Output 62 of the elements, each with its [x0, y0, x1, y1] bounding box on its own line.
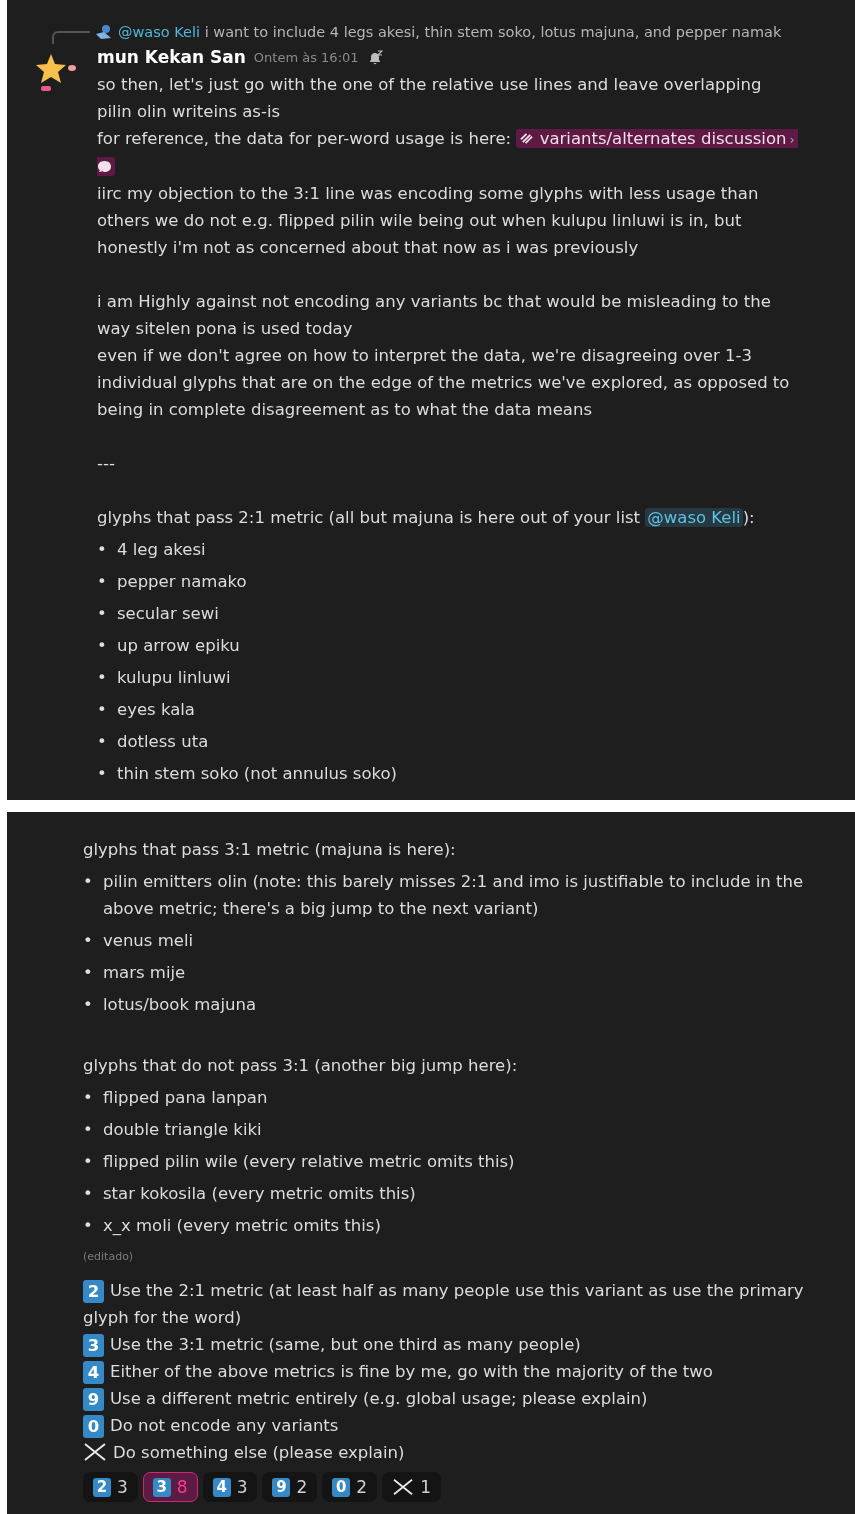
list-item: eyes kala — [117, 699, 195, 721]
reaction-button[interactable]: 3 8 — [142, 1472, 198, 1502]
reaction-button[interactable]: 9 2 — [262, 1472, 318, 1502]
list-item: star kokosila (every metric omits this) — [103, 1183, 416, 1205]
list-bullet: • — [83, 994, 94, 1016]
list-bullet: • — [83, 1087, 94, 1109]
list-item: lotus/book majuna — [103, 994, 257, 1016]
cross-icon — [392, 1478, 415, 1496]
list-item: thin stem soko (not annulus soko) — [117, 763, 397, 785]
list-item: mars mije — [103, 962, 186, 984]
list-bullet: • — [83, 930, 94, 952]
list-item: x_x moli (every metric omits this) — [103, 1215, 381, 1237]
list-bullet: • — [83, 871, 94, 893]
list-item: up arrow epiku — [117, 635, 240, 657]
thread-icon — [519, 132, 535, 145]
edited-label: (editado) — [83, 1249, 135, 1265]
author-name[interactable]: mun Kekan San — [97, 44, 246, 71]
avatar-icon — [95, 24, 113, 40]
list-item: venus meli — [103, 930, 194, 952]
message-text: iirc my objection to the 3:1 line was encoding some glyphs with less usage than others we do not e.g. flipped pilin wile being out when kulupu linluwi is in, but honestly i'm not as concerned about that now as i was previously — [97, 183, 760, 259]
poll-option: 9 Use a different metric entirely (e.g. global usage; please explain) — [83, 1385, 825, 1412]
poll-option: 4 Either of the above metrics is fine by me, go with the majority of the two — [83, 1358, 825, 1385]
list-bullet: • — [97, 667, 108, 689]
list-item: secular sewi — [117, 603, 219, 625]
list-item: flipped pana lanpan — [103, 1087, 268, 1109]
list-bullet: • — [83, 1119, 94, 1141]
list-item: kulupu linluwi — [117, 667, 231, 689]
list-bullet: • — [83, 1183, 94, 1205]
message-text: glyphs that pass 2:1 metric (all but majuna is here out of your list @waso Keli): — [97, 507, 756, 529]
list-bullet: • — [97, 635, 108, 657]
list-bullet: • — [97, 571, 108, 593]
poll-option: 3 Use the 3:1 metric (same, but one third as many people) — [83, 1331, 825, 1358]
speech-bubble-icon — [97, 160, 112, 173]
message-text: glyphs that pass 3:1 metric (majuna is here): — [83, 839, 457, 861]
list-item: pepper namako — [117, 571, 247, 593]
message-text: glyphs that do not pass 3:1 (another big jump here): — [83, 1055, 519, 1077]
poll-option: Do something else (please explain) — [83, 1439, 825, 1466]
list-bullet: • — [97, 731, 108, 753]
list-bullet: • — [97, 699, 108, 721]
list-item: flipped pilin wile (every relative metric omits this) — [103, 1151, 515, 1173]
list-item: dotless uta — [117, 731, 209, 753]
list-bullet: • — [97, 603, 108, 625]
reaction-button[interactable]: 0 2 — [322, 1472, 378, 1502]
poll-option: 0 Do not encode any variants — [83, 1412, 825, 1439]
reaction-button[interactable]: 1 — [382, 1472, 441, 1502]
list-item: double triangle kiki — [103, 1119, 262, 1141]
reaction-button[interactable]: 2 3 — [83, 1472, 138, 1502]
list-item: 4 leg akesi — [117, 539, 206, 561]
cross-icon — [83, 1442, 107, 1462]
list-bullet: • — [83, 1215, 94, 1237]
list-item: pilin emitters olin (note: this barely misses 2:1 and imo is justifiable to include in the above metric; there's a big jump to the next variant) — [103, 871, 805, 920]
list-bullet: • — [97, 539, 108, 561]
list-bullet: • — [83, 1151, 94, 1173]
poll-option: 2 Use the 2:1 metric (at least half as many people use this variant as use the primary glyph for the word) — [83, 1277, 825, 1331]
reply-connector — [52, 31, 90, 44]
message-text: --- — [97, 453, 116, 475]
list-bullet: • — [97, 763, 108, 785]
reply-preview[interactable]: @waso Keli i want to include 4 legs akesi, thin stem soko, lotus majuna, and pepper namak — [118, 20, 782, 44]
list-bullet: • — [83, 962, 94, 984]
timestamp: Ontem às 16:01 — [253, 49, 359, 67]
message-text: even if we don't agree on how to interpret the data, we're disagreeing over 1-3 individual glyphs that are on the edge of the metrics we've explored, as opposed to being in complete disagreement as to what the data means — [97, 345, 791, 421]
reaction-button[interactable]: 4 3 — [202, 1472, 258, 1502]
